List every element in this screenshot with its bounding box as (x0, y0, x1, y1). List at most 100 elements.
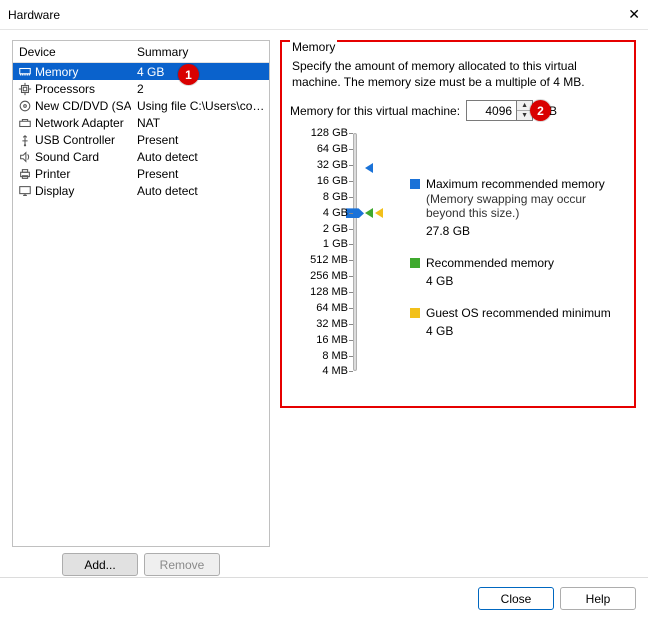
slider-tick-label: 64 MB (316, 302, 348, 314)
slider-tick-label: 2 GB (323, 223, 348, 235)
slider-tick-label: 256 MB (310, 270, 348, 282)
device-name: Processors (35, 82, 95, 96)
device-name: Printer (35, 167, 70, 181)
slider-tick-mark (349, 244, 353, 245)
device-row-net[interactable]: Network Adapter NAT (13, 114, 269, 131)
device-row-memory[interactable]: Memory 4 GB (13, 63, 269, 80)
annotation-2: 2 (530, 100, 551, 121)
slider-tick-mark (349, 149, 353, 150)
slider-tick-label: 8 MB (322, 350, 348, 362)
disc-icon (17, 98, 33, 114)
legend-max-swatch-icon (410, 179, 420, 189)
slider-tick-mark (349, 260, 353, 261)
slider-tick-mark (349, 324, 353, 325)
slider-tick-label: 32 MB (316, 318, 348, 330)
net-icon (17, 115, 33, 131)
device-name: Display (35, 184, 74, 198)
sound-icon (17, 149, 33, 165)
device-summary: Using file C:\Users\codru\De... (131, 99, 269, 113)
cpu-icon (17, 81, 33, 97)
legend-guest-swatch-icon (410, 308, 420, 318)
titlebar: Hardware ✕ (0, 0, 648, 30)
legend-max: Maximum recommended memory (Memory swapp… (410, 177, 626, 238)
device-name: Sound Card (35, 150, 99, 164)
slider-tick-mark (349, 292, 353, 293)
annotation-1: 1 (178, 64, 199, 85)
memory-input[interactable] (466, 100, 516, 121)
device-row-disc[interactable]: New CD/DVD (SATA) Using file C:\Users\co… (13, 97, 269, 114)
slider-tick-mark (349, 340, 353, 341)
device-row-printer[interactable]: Printer Present (13, 165, 269, 182)
content-area: Device Summary Memory 4 GB Processors 2 … (0, 30, 648, 576)
memory-panel: Memory Specify the amount of memory allo… (280, 40, 636, 408)
left-column: Device Summary Memory 4 GB Processors 2 … (12, 40, 270, 576)
slider-legend-row: 128 GB64 GB32 GB16 GB8 GB4 GB2 GB1 GB512… (290, 131, 626, 381)
device-summary: Auto detect (131, 150, 269, 164)
memory-input-row: Memory for this virtual machine: ▲ ▼ MB … (290, 100, 626, 121)
device-name: New CD/DVD (SATA) (35, 99, 131, 113)
help-button[interactable]: Help (560, 587, 636, 610)
slider-tick-mark (349, 133, 353, 134)
memory-slider[interactable]: 128 GB64 GB32 GB16 GB8 GB4 GB2 GB1 GB512… (290, 131, 400, 381)
slider-tick-mark (349, 371, 353, 372)
device-buttons: Add... Remove (12, 553, 270, 576)
legend-rec-swatch-icon (410, 258, 420, 268)
right-column: Memory Specify the amount of memory allo… (280, 40, 636, 576)
window-title: Hardware (8, 8, 600, 22)
legend-max-title: Maximum recommended memory (426, 177, 626, 191)
device-summary: 4 GB (131, 65, 269, 79)
legend-rec: Recommended memory 4 GB (410, 256, 626, 288)
device-row-sound[interactable]: Sound Card Auto detect (13, 148, 269, 165)
device-row-display[interactable]: Display Auto detect (13, 182, 269, 199)
device-summary: Auto detect (131, 184, 269, 198)
device-summary: 2 (131, 82, 269, 96)
marker-max-icon (365, 163, 373, 173)
slider-tick-label: 128 GB (311, 127, 348, 139)
column-summary[interactable]: Summary (131, 45, 269, 59)
legend-max-sub: (Memory swapping may occur beyond this s… (426, 192, 626, 220)
legend-rec-title: Recommended memory (426, 256, 554, 270)
device-row-cpu[interactable]: Processors 2 (13, 80, 269, 97)
marker-rec-icon (365, 208, 373, 218)
slider-tick-mark (349, 213, 353, 214)
memory-input-label: Memory for this virtual machine: (290, 104, 460, 118)
slider-tick-mark (349, 356, 353, 357)
device-rows: Memory 4 GB Processors 2 New CD/DVD (SAT… (13, 63, 269, 199)
column-device[interactable]: Device (13, 45, 131, 59)
slider-tick-label: 16 MB (316, 334, 348, 346)
memory-icon (17, 64, 33, 80)
close-button[interactable]: Close (478, 587, 554, 610)
display-icon (17, 183, 33, 199)
footer: Close Help (0, 577, 648, 619)
slider-tick-label: 128 MB (310, 286, 348, 298)
device-list-header: Device Summary (13, 41, 269, 63)
memory-group-label: Memory (290, 40, 337, 54)
legend-guest-value: 4 GB (426, 324, 611, 338)
printer-icon (17, 166, 33, 182)
usb-icon (17, 132, 33, 148)
slider-tick-mark (349, 308, 353, 309)
legend-guest-title: Guest OS recommended minimum (426, 306, 611, 320)
slider-track[interactable] (353, 133, 357, 371)
slider-tick-label: 4 MB (322, 365, 348, 377)
slider-tick-label: 512 MB (310, 254, 348, 266)
marker-guest-icon (375, 208, 383, 218)
legend-rec-value: 4 GB (426, 274, 554, 288)
legend-max-value: 27.8 GB (426, 224, 626, 238)
device-row-usb[interactable]: USB Controller Present (13, 131, 269, 148)
slider-tick-label: 8 GB (323, 191, 348, 203)
legend-guest: Guest OS recommended minimum 4 GB (410, 306, 626, 338)
slider-tick-mark (349, 165, 353, 166)
memory-spinner[interactable]: ▲ ▼ (466, 100, 533, 121)
device-name: Memory (35, 65, 78, 79)
close-icon[interactable]: ✕ (600, 6, 640, 23)
device-summary: NAT (131, 116, 269, 130)
slider-tick-mark (349, 181, 353, 182)
remove-button: Remove (144, 553, 220, 576)
device-list: Device Summary Memory 4 GB Processors 2 … (12, 40, 270, 547)
device-summary: Present (131, 167, 269, 181)
slider-tick-mark (349, 276, 353, 277)
device-name: USB Controller (35, 133, 115, 147)
add-button[interactable]: Add... (62, 553, 138, 576)
legend: Maximum recommended memory (Memory swapp… (410, 131, 626, 381)
